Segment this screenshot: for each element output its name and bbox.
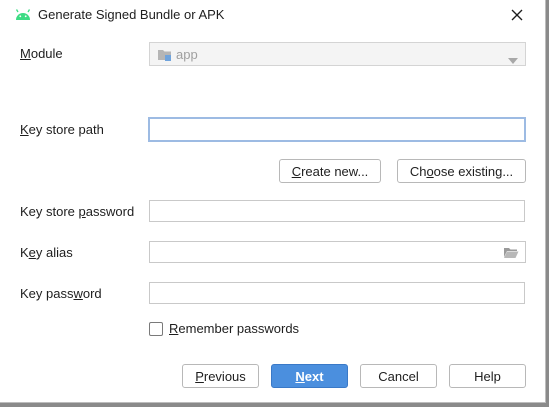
window-title: Generate Signed Bundle or APK bbox=[38, 7, 225, 22]
choose-existing-pre: Ch bbox=[409, 163, 427, 179]
key-password-mnemonic: w bbox=[73, 286, 83, 301]
next-label: ext bbox=[304, 368, 324, 384]
key-password-input[interactable] bbox=[150, 283, 524, 303]
cancel-button[interactable]: Cancel bbox=[360, 364, 437, 388]
remember-passwords-checkbox[interactable] bbox=[149, 322, 163, 336]
remember-passwords-label[interactable]: Remember passwords bbox=[169, 321, 299, 336]
key-password-label: Key password bbox=[20, 286, 102, 301]
key-store-password-label: Key store password bbox=[20, 204, 134, 219]
choose-existing-button[interactable]: Ch o ose existing... bbox=[397, 159, 526, 183]
key-password-rest: ord bbox=[82, 286, 102, 301]
key-store-path-field[interactable] bbox=[148, 117, 526, 142]
title-bar: Generate Signed Bundle or APK bbox=[0, 0, 546, 30]
module-folder-icon bbox=[157, 48, 173, 62]
close-icon[interactable] bbox=[506, 4, 528, 26]
key-store-path-label: Key store path bbox=[20, 122, 104, 137]
key-store-password-rest: assword bbox=[85, 204, 135, 219]
key-alias-field[interactable] bbox=[149, 241, 526, 263]
create-new-mnemonic: C bbox=[291, 163, 302, 179]
key-alias-pre: K bbox=[20, 245, 29, 260]
android-icon bbox=[14, 8, 32, 22]
remember-mnemonic: R bbox=[169, 321, 179, 336]
module-label: Module bbox=[20, 46, 63, 61]
key-password-pre: Key pass bbox=[20, 286, 74, 301]
choose-existing-label: ose existing... bbox=[433, 163, 514, 179]
previous-mnemonic: P bbox=[195, 368, 204, 384]
key-store-password-pre: Key store bbox=[20, 204, 79, 219]
key-password-field[interactable] bbox=[149, 282, 525, 304]
chevron-down-icon bbox=[508, 52, 518, 64]
next-button[interactable]: Next bbox=[271, 364, 348, 388]
module-value: app bbox=[176, 47, 198, 62]
create-new-label: reate new... bbox=[301, 163, 369, 179]
signed-bundle-dialog: Generate Signed Bundle or APK Module app… bbox=[0, 0, 546, 403]
module-select[interactable]: app bbox=[149, 42, 526, 66]
key-alias-rest: y alias bbox=[35, 245, 73, 260]
key-store-password-field[interactable] bbox=[149, 200, 525, 222]
key-store-password-input[interactable] bbox=[150, 201, 524, 221]
create-new-button[interactable]: Create new... bbox=[279, 159, 381, 183]
previous-button[interactable]: Previous bbox=[182, 364, 259, 388]
module-label-rest: odule bbox=[30, 46, 63, 61]
key-store-path-mnemonic: K bbox=[20, 122, 29, 137]
module-label-mnemonic: M bbox=[20, 46, 31, 61]
remember-label-rest: emember passwords bbox=[178, 321, 300, 336]
previous-label: revious bbox=[203, 368, 246, 384]
key-alias-input[interactable] bbox=[150, 242, 525, 262]
next-mnemonic: N bbox=[295, 368, 305, 384]
key-store-path-label-rest: ey store path bbox=[28, 122, 104, 137]
help-button[interactable]: Help bbox=[449, 364, 526, 388]
choose-existing-mnemonic: o bbox=[426, 163, 434, 179]
key-store-path-input[interactable] bbox=[150, 119, 524, 140]
key-store-password-mnemonic: p bbox=[78, 204, 86, 219]
key-alias-mnemonic: e bbox=[28, 245, 36, 260]
folder-icon[interactable] bbox=[503, 246, 519, 259]
key-alias-label: Key alias bbox=[20, 245, 73, 260]
